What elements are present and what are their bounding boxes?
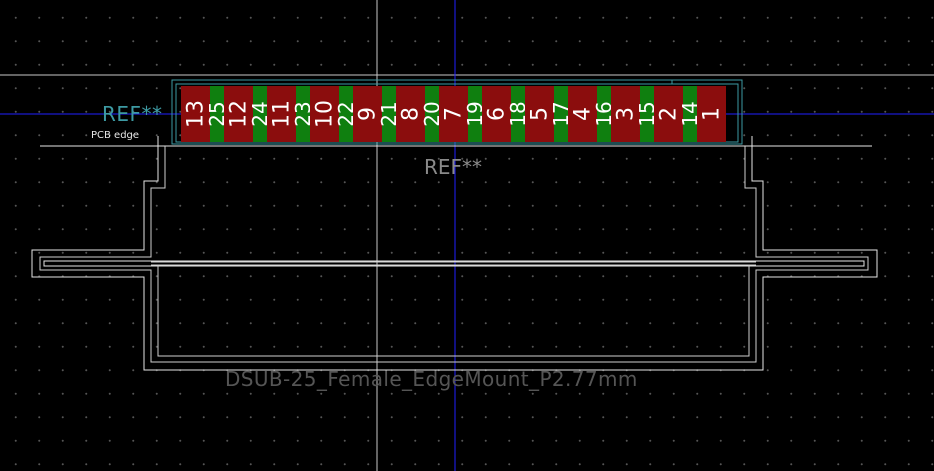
pad-16[interactable]: 16 [592,86,616,142]
pad-21[interactable]: 21 [377,86,401,142]
pad-1[interactable]: 1 [697,86,726,142]
connector-shell-inner [157,265,750,357]
pad-25[interactable]: 25 [205,86,229,142]
pad-17[interactable]: 17 [549,86,573,142]
pad-row: 13 25 12 24 11 23 10 22 9 21 8 20 7 19 6 18 5 17 4 16 3 15 2 14… [181,86,726,142]
pad-number-label: 1 [699,107,724,121]
reference-designator-silk[interactable]: REF** [102,104,163,124]
pad-15[interactable]: 15 [635,86,659,142]
footprint-graphics [0,0,934,471]
pad-20[interactable]: 20 [420,86,444,142]
pad-24[interactable]: 24 [248,86,272,142]
pcb-editor-canvas[interactable]: REF** PCB edge REF** DSUB-25_Female_Edge… [0,0,934,471]
pad-19[interactable]: 19 [463,86,487,142]
pad-22[interactable]: 22 [334,86,358,142]
pad-23[interactable]: 23 [291,86,315,142]
pad-14[interactable]: 14 [678,86,702,142]
pcb-edge-label: PCB edge [91,130,140,141]
footprint-value-label[interactable]: DSUB-25_Female_EdgeMount_P2.77mm [225,369,638,389]
pad-18[interactable]: 18 [506,86,530,142]
reference-designator-fab[interactable]: REF** [424,157,482,177]
